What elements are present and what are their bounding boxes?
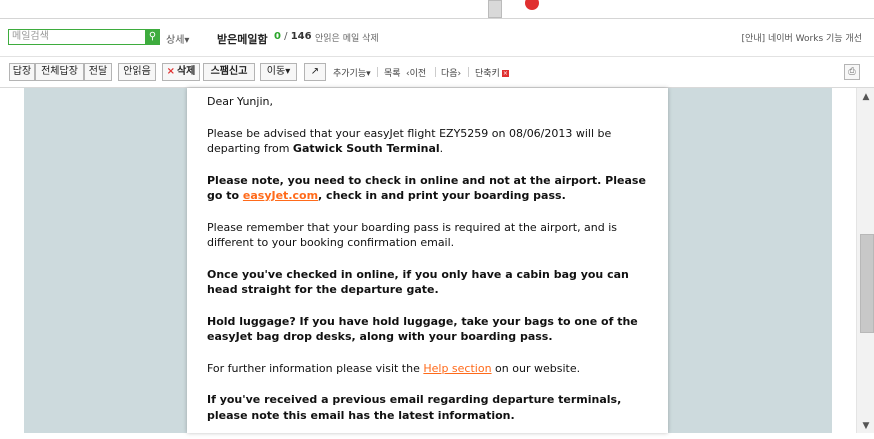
prev-link[interactable]: ‹이전 bbox=[406, 66, 426, 79]
toolbar-divider bbox=[468, 67, 469, 77]
search-input[interactable]: 메일검색 bbox=[8, 29, 151, 45]
email-paragraph: Please remember that your boarding pass … bbox=[207, 220, 618, 250]
search-icon: ⚲ bbox=[148, 31, 157, 42]
delete-icon: × bbox=[166, 66, 175, 77]
close-icon: × bbox=[501, 70, 509, 77]
page-title: 받은메일함 bbox=[217, 33, 268, 46]
print-icon: ⎙ bbox=[848, 67, 856, 77]
email-paragraph: For further information please visit the… bbox=[207, 361, 581, 375]
spam-report-button[interactable]: 스팸신고 bbox=[203, 63, 255, 81]
email-greeting: Dear Yunjin, bbox=[207, 95, 273, 108]
email-paragraph: Please be advised that your easyJet flig… bbox=[207, 126, 612, 156]
scroll-up-icon[interactable]: ▲ bbox=[861, 92, 871, 102]
scrollbar-thumb[interactable] bbox=[860, 234, 874, 333]
list-link[interactable]: 목록 bbox=[384, 66, 401, 79]
chevron-down-icon: ▾ bbox=[366, 69, 371, 79]
unread-count[interactable]: 0 bbox=[274, 31, 281, 42]
delete-unread-link[interactable]: 안읽은 메일 삭제 bbox=[315, 31, 379, 44]
toolbar-divider bbox=[435, 67, 436, 77]
share-icon: ↗ bbox=[310, 66, 320, 77]
notice-link[interactable]: [안내] 네이버 Works 기능 개선 bbox=[742, 31, 862, 44]
email-paragraph: Please note, you need to check in online… bbox=[207, 173, 646, 203]
banner-graphic-box bbox=[488, 0, 502, 18]
move-button[interactable]: 이동▾ bbox=[260, 63, 297, 81]
share-button[interactable]: ↗ bbox=[304, 63, 326, 81]
email-paragraph: If you've received a previous email rega… bbox=[207, 393, 622, 422]
chevron-down-icon: ▾ bbox=[184, 35, 190, 46]
email-body: Dear Yunjin, Please be advised that your… bbox=[207, 94, 652, 439]
mail-toolbar: 답장 전체답장 전달 안읽음 × 삭제 스팸신고 이동▾ ↗ 추가기능▾ 목록 ‹… bbox=[0, 57, 874, 88]
scrollbar[interactable]: ▲ ▼ bbox=[856, 88, 874, 433]
mark-unread-button[interactable]: 안읽음 bbox=[118, 63, 156, 81]
email-paragraph: Once you've checked in online, if you on… bbox=[207, 267, 629, 297]
total-count: 146 bbox=[290, 31, 312, 42]
mail-count: 0 / 146 bbox=[274, 31, 312, 42]
more-features-menu[interactable]: 추가기능▾ bbox=[333, 66, 371, 79]
chevron-down-icon: ▾ bbox=[285, 66, 291, 77]
email-paragraph: Hold luggage? If you have hold luggage, … bbox=[207, 314, 638, 344]
easyjet-link[interactable]: easyJet.com bbox=[243, 189, 318, 202]
ad-banner[interactable] bbox=[0, 0, 874, 19]
help-section-link[interactable]: Help section bbox=[423, 362, 491, 375]
frame-margin bbox=[0, 88, 24, 433]
search-button[interactable]: ⚲ bbox=[145, 29, 160, 45]
delete-button[interactable]: × 삭제 bbox=[162, 63, 200, 81]
email-body-card: Dear Yunjin, Please be advised that your… bbox=[187, 88, 668, 433]
forward-button[interactable]: 전달 bbox=[84, 63, 112, 81]
detail-search-toggle[interactable]: 상세▾ bbox=[166, 31, 189, 46]
shortcut-link[interactable]: 단축키 × bbox=[475, 66, 509, 79]
reply-button[interactable]: 답장 bbox=[9, 63, 35, 81]
heart-icon bbox=[525, 0, 539, 10]
scroll-down-icon[interactable]: ▼ bbox=[861, 421, 871, 431]
next-link[interactable]: 다음› bbox=[441, 66, 461, 79]
email-view: Dear Yunjin, Please be advised that your… bbox=[0, 88, 874, 433]
reply-all-button[interactable]: 전체답장 bbox=[35, 63, 84, 81]
toolbar-divider bbox=[377, 67, 378, 77]
email-frame-right bbox=[668, 88, 832, 433]
email-frame-left bbox=[24, 88, 187, 433]
mail-header-bar: 메일검색 ⚲ 상세▾ 받은메일함 0 / 146 안읽은 메일 삭제 [안내] … bbox=[0, 19, 874, 57]
print-button[interactable]: ⎙ bbox=[844, 64, 860, 80]
